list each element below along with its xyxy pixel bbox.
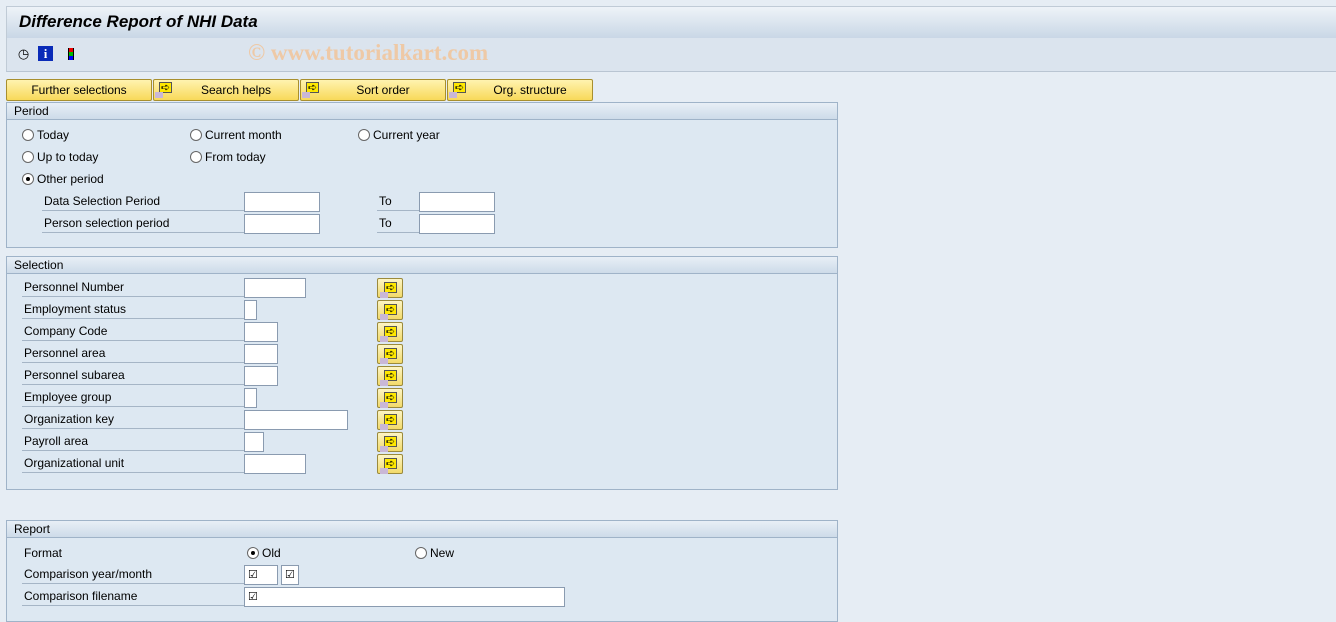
comparison-filename-input[interactable]: ☑ [244,587,565,607]
tab-org-structure[interactable]: ➪ Org. structure [447,79,593,101]
tab-label: Search helps [200,83,272,97]
arrow-icon: ➪ [302,82,319,98]
personnel-area-multiple-selection-button[interactable]: ➪ [377,344,403,364]
radio-label: Current month [205,128,282,142]
radio-label: New [430,546,455,560]
period-radio-other-period[interactable]: Other period [22,171,104,187]
radio-label: Old [262,546,281,560]
tab-label: Further selections [31,83,127,97]
organizational-unit-multiple-selection-button[interactable]: ➪ [377,454,403,474]
period-row-label: Person selection period [42,213,244,233]
tab-label: Org. structure [493,83,567,97]
tab-search-helps[interactable]: ➪ Search helps [153,79,299,101]
organization-key-label: Organization key [22,409,244,429]
radio-label: Today [37,128,70,142]
radio-circle [22,173,34,185]
company-code-input[interactable] [244,322,278,342]
period-radio-today[interactable]: Today [22,127,69,143]
employment-status-label: Employment status [22,299,244,319]
personnel-number-multiple-selection-button[interactable]: ➪ [377,278,403,298]
radio-circle [247,547,259,559]
comparison-year-input[interactable]: ☑ [244,565,278,585]
arrow-icon: ➪ [380,458,397,474]
organization-key-input[interactable] [244,410,348,430]
group-header: Period [7,103,837,120]
personnel-subarea-label: Personnel subarea [22,365,244,385]
period-radio-current-year[interactable]: Current year [358,127,440,143]
personnel-area-input[interactable] [244,344,278,364]
employment-status-multiple-selection-button[interactable]: ➪ [377,300,403,320]
radio-circle [22,129,34,141]
group-header: Report [7,521,837,538]
payroll-area-label: Payroll area [22,431,244,451]
arrow-icon: ➪ [380,348,397,364]
tab-label: Sort order [356,83,410,97]
report-group: Report Format Old New Comparison year/mo… [6,520,838,622]
to-label: To [377,213,419,233]
radio-circle [358,129,370,141]
period-to-input[interactable] [419,192,495,212]
personnel-number-input[interactable] [244,278,306,298]
personnel-area-label: Personnel area [22,343,244,363]
arrow-icon: ➪ [380,304,397,320]
application-toolbar: ◷ i [6,38,1336,72]
watermark: © www.tutorialkart.com [248,40,489,65]
period-row-label: Data Selection Period [42,191,244,211]
organizational-unit-label: Organizational unit [22,453,244,473]
radio-label: From today [205,150,266,164]
comparison-year-month-label: Comparison year/month [22,564,244,584]
company-code-multiple-selection-button[interactable]: ➪ [377,322,403,342]
tab-further-selections[interactable]: Further selections [6,79,152,101]
title-bar: Difference Report of NHI Data [6,6,1336,38]
execute-icon[interactable]: ◷ [15,45,32,62]
payroll-area-multiple-selection-button[interactable]: ➪ [377,432,403,452]
employment-status-input[interactable] [244,300,257,320]
organization-key-multiple-selection-button[interactable]: ➪ [377,410,403,430]
personnel-subarea-input[interactable] [244,366,278,386]
selection-group: Selection Personnel Number ➪ Employment st… [6,256,838,490]
radio-circle [22,151,34,163]
period-radio-from-today[interactable]: From today [190,149,266,165]
radio-circle [415,547,427,559]
tab-sort-order[interactable]: ➪ Sort order [300,79,446,101]
arrow-icon: ➪ [380,282,397,298]
comparison-month-input[interactable]: ☑ [281,565,299,585]
period-group: Period Today Current month Current year Up … [6,102,838,248]
comparison-filename-label: Comparison filename [22,586,244,606]
radio-circle [190,151,202,163]
arrow-icon: ➪ [380,414,397,430]
period-radio-current-month[interactable]: Current month [190,127,282,143]
employee-group-input[interactable] [244,388,257,408]
period-from-input[interactable] [244,192,320,212]
radio-label: Current year [373,128,440,142]
format-new-radio[interactable]: New [415,545,454,561]
radio-label: Up to today [37,150,99,164]
to-label: To [377,191,419,211]
arrow-icon: ➪ [380,326,397,342]
arrow-icon: ➪ [449,82,466,98]
company-code-label: Company Code [22,321,244,341]
selection-options-icon[interactable] [62,45,79,62]
personnel-subarea-multiple-selection-button[interactable]: ➪ [377,366,403,386]
format-old-radio[interactable]: Old [247,545,281,561]
group-header: Selection [7,257,837,274]
arrow-icon: ➪ [155,82,172,98]
employee-group-label: Employee group [22,387,244,407]
period-from-input[interactable] [244,214,320,234]
format-label: Format [24,546,63,560]
radio-circle [190,129,202,141]
arrow-icon: ➪ [380,392,397,408]
info-icon[interactable]: i [38,46,53,61]
employee-group-multiple-selection-button[interactable]: ➪ [377,388,403,408]
personnel-number-label: Personnel Number [22,277,244,297]
payroll-area-input[interactable] [244,432,264,452]
organizational-unit-input[interactable] [244,454,306,474]
period-radio-up-to-today[interactable]: Up to today [22,149,98,165]
arrow-icon: ➪ [380,370,397,386]
radio-label: Other period [37,172,104,186]
page-title: Difference Report of NHI Data [19,12,258,31]
arrow-icon: ➪ [380,436,397,452]
period-to-input[interactable] [419,214,495,234]
